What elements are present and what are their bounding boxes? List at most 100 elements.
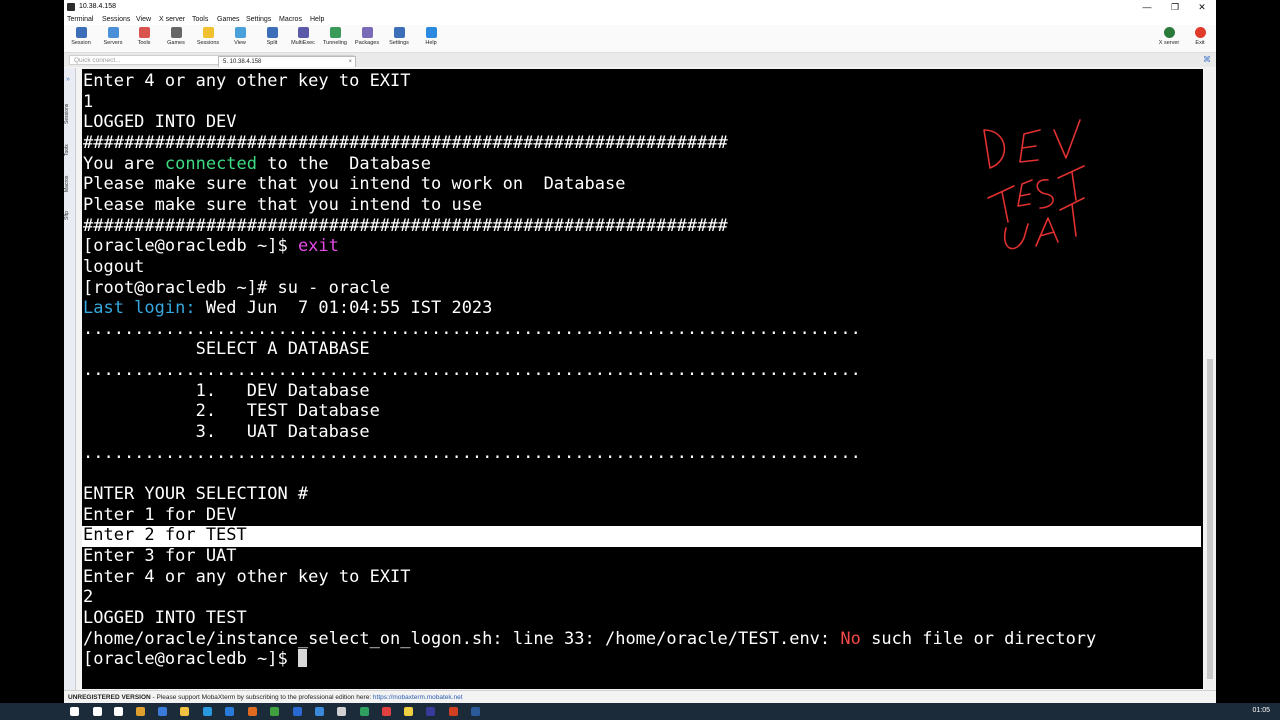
toolbar-button-packages[interactable]: Packages (350, 27, 384, 46)
terminal-line: Enter 4 or any other key to EXIT (83, 567, 411, 588)
terminal-line: ........................................… (83, 319, 861, 340)
terminal-text: Enter 4 or any other key to EXIT (83, 566, 411, 587)
terminal-line: ENTER YOUR SELECTION # (83, 484, 308, 505)
scrollbar-thumb[interactable] (1207, 359, 1213, 679)
toolbar-button-servers[interactable]: Servers (96, 27, 130, 46)
terminal-text: Last login: (83, 298, 196, 319)
side-panel: » Sessions Tools Macros Sftp (64, 68, 76, 690)
app-icon[interactable] (360, 707, 369, 716)
menu-games[interactable]: Games (217, 16, 240, 23)
toolbar-button-tunneling[interactable]: Tunneling (318, 27, 352, 46)
edge-icon[interactable] (203, 707, 212, 716)
toolbar-button-label: Settings (389, 40, 409, 46)
terminal-line: [root@oracledb ~]# su - oracle (83, 278, 390, 299)
toolbar-button-games[interactable]: Games (159, 27, 193, 46)
terminal-text: /home/oracle/instance_select_on_logon.sh… (83, 628, 841, 649)
expand-arrow-icon[interactable]: » (66, 76, 70, 83)
menu-macros[interactable]: Macros (279, 16, 302, 23)
toolbar-button-label: View (234, 40, 246, 46)
terminal-line: Please make sure that you intend to use (83, 195, 482, 216)
tab-close-icon[interactable]: × (348, 57, 352, 67)
tab-row: Quick connect... 5. 10.38.4.158 × ⌘ (64, 53, 1216, 67)
toolbar-button-split[interactable]: Split (255, 27, 289, 46)
toolbar-button-tools[interactable]: Tools (127, 27, 161, 46)
toolbar-button-sessions[interactable]: Sessions (191, 27, 225, 46)
split-icon (266, 27, 278, 38)
app-icon[interactable] (404, 707, 413, 716)
packages-icon (361, 27, 373, 38)
app-icon[interactable] (136, 707, 145, 716)
toolbar-button-label: Packages (354, 40, 380, 46)
menu-tools[interactable]: Tools (192, 16, 208, 23)
sidebar-tab-sessions[interactable]: Sessions (64, 94, 75, 134)
windows-icon[interactable] (70, 707, 79, 716)
terminal-text: You are (83, 153, 165, 174)
menu-x-server[interactable]: X server (159, 16, 185, 23)
toolbar-button-settings[interactable]: Settings (382, 27, 416, 46)
help-icon (425, 27, 437, 38)
sidebar-tab-macros[interactable]: Macros (64, 168, 75, 200)
multiexec-icon (297, 27, 309, 38)
servers-icon (107, 27, 119, 38)
menu-view[interactable]: View (136, 16, 151, 23)
terminal-line: ........................................… (83, 360, 861, 381)
toolbar-button-exit[interactable]: Exit (1183, 27, 1216, 46)
task-view-icon[interactable] (114, 707, 123, 716)
outlook-icon[interactable] (293, 707, 302, 716)
sidebar-tab-tools[interactable]: Tools (64, 138, 75, 162)
toolbar-button-label: Tools (137, 40, 151, 46)
ie-icon[interactable] (225, 707, 234, 716)
menu-settings[interactable]: Settings (246, 16, 271, 23)
terminal-text: No (840, 628, 861, 649)
terminal-line: Last login: Wed Jun 7 01:04:55 IST 2023 (83, 298, 492, 319)
title-bar: 10.38.4.158 — ❐ ✕ (64, 0, 1216, 14)
window-title: 10.38.4.158 (79, 3, 116, 10)
terminal-text: 2. TEST Database (83, 401, 380, 422)
toolbar-button-multiexec[interactable]: MultiExec (286, 27, 320, 46)
firefox-icon[interactable] (248, 707, 257, 716)
terminal-text: to the Database (257, 153, 432, 174)
menu-help[interactable]: Help (310, 16, 324, 23)
unregistered-label: UNREGISTERED VERSION (68, 694, 151, 701)
app-icon[interactable] (426, 707, 435, 716)
terminal-text: Wed Jun 7 01:04:55 IST 2023 (195, 298, 493, 319)
search-icon[interactable] (93, 707, 102, 716)
maximize-button[interactable]: ❐ (1161, 0, 1189, 14)
terminal-text: ENTER YOUR SELECTION # (83, 484, 309, 504)
power-icon (1194, 27, 1206, 38)
folder-icon[interactable] (180, 707, 189, 716)
menu-terminal[interactable]: Terminal (67, 16, 93, 23)
terminal-cursor (297, 649, 307, 668)
app-icon[interactable] (382, 707, 391, 716)
toolbar-button-session[interactable]: Session (64, 27, 98, 46)
sidebar-tab-sftp[interactable]: Sftp (64, 206, 75, 226)
terminal-line: /home/oracle/instance_select_on_logon.sh… (83, 629, 1096, 650)
terminal-text: such file or directory (860, 628, 1097, 649)
terminal-line: You are connected to the Database (83, 154, 431, 175)
attach-icon[interactable]: ⌘ (1203, 55, 1211, 64)
terminal-text: Enter 4 or any other key to EXIT (83, 71, 411, 91)
menu-sessions[interactable]: Sessions (102, 16, 130, 23)
mobaxterm-logo-icon (67, 3, 75, 11)
toolbar-button-view[interactable]: View (223, 27, 257, 46)
terminal-text: ########################################… (83, 215, 728, 236)
close-button[interactable]: ✕ (1188, 0, 1216, 14)
chrome-icon[interactable] (270, 707, 279, 716)
terminal-line: ........................................… (83, 443, 861, 464)
minimize-button[interactable]: — (1133, 0, 1161, 14)
office-icon[interactable] (449, 707, 458, 716)
app-icon[interactable] (337, 707, 346, 716)
terminal-scrollbar[interactable] (1205, 69, 1215, 689)
mobaxterm-icon[interactable] (471, 707, 480, 716)
mobatek-link[interactable]: https://mobaxterm.mobatek.net (373, 694, 463, 701)
terminal-text: [oracle@oracledb ~]$ (83, 649, 298, 670)
app-icon[interactable] (315, 707, 324, 716)
terminal-line: 1. DEV Database (83, 381, 370, 402)
app-icon[interactable] (158, 707, 167, 716)
terminal-line: [oracle@oracledb ~]$ (83, 649, 307, 670)
toolbar-button-help[interactable]: Help (414, 27, 448, 46)
terminal-line: logout (83, 257, 144, 278)
toolbar-button-x-server[interactable]: X server (1152, 27, 1186, 46)
terminal-line: Enter 2 for TEST (83, 525, 247, 546)
tab-session[interactable]: 5. 10.38.4.158 × (218, 56, 356, 67)
